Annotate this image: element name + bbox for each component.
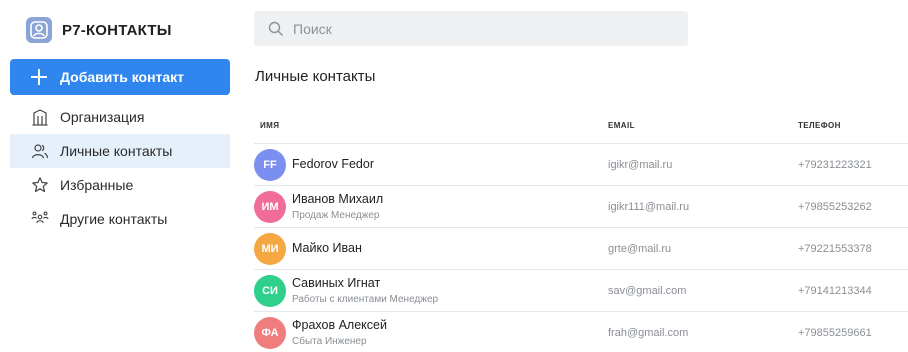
contact-phone: +79141213344 — [798, 284, 872, 297]
contact-info: Иванов Михаил Продаж Менеджер — [292, 192, 383, 222]
sidebar: Р7-КОНТАКТЫ Добавить контакт Организация — [10, 10, 230, 352]
contact-phone: +79855253262 — [798, 200, 872, 213]
table-row[interactable]: СИ Савиных Игнат Работы с клиентами Мене… — [254, 270, 908, 312]
building-icon — [30, 107, 50, 127]
contact-info: Майко Иван — [292, 241, 362, 256]
plus-icon — [30, 68, 48, 86]
sidebar-item-label: Организация — [60, 109, 145, 125]
table-row[interactable]: ИМ Иванов Михаил Продаж Менеджер igikr11… — [254, 186, 908, 228]
contact-role: Работы с клиентами Менеджер — [292, 293, 439, 305]
contacts-table: ИМЯ EMAIL ТЕЛЕФОН FF Fedorov Fedor igikr… — [254, 108, 908, 352]
contact-email: igikr@mail.ru — [608, 158, 673, 171]
page-title: Личные контакты — [255, 68, 376, 85]
sidebar-item-other-contacts[interactable]: Другие контакты — [10, 202, 230, 236]
contact-info: Савиных Игнат Работы с клиентами Менедже… — [292, 276, 438, 306]
sidebar-item-label: Избранные — [60, 177, 134, 193]
contact-name: Майко Иван — [292, 241, 362, 255]
sidebar-item-label: Личные контакты — [60, 143, 173, 159]
contact-phone: +79855259661 — [798, 326, 872, 339]
column-header-email[interactable]: EMAIL — [608, 121, 798, 130]
search-bar[interactable] — [254, 11, 688, 46]
contact-email: sav@gmail.com — [608, 284, 687, 297]
contact-info: Фрахов Алексей Сбыта Инженер — [292, 318, 387, 348]
contact-phone: +79231223321 — [798, 158, 872, 171]
sidebar-item-label: Другие контакты — [60, 211, 168, 227]
contact-email: igikr111@mail.ru — [608, 200, 690, 213]
table-row[interactable]: МИ Майко Иван grte@mail.ru +79221553378 — [254, 228, 908, 270]
add-contact-label: Добавить контакт — [60, 69, 185, 85]
app-title: Р7-КОНТАКТЫ — [62, 21, 172, 39]
sidebar-item-favorites[interactable]: Избранные — [10, 168, 230, 202]
people-icon — [30, 141, 50, 161]
avatar: ИМ — [254, 190, 286, 223]
avatar: ФА — [254, 316, 286, 349]
contact-name: Фрахов Алексей — [292, 317, 387, 332]
avatar: СИ — [254, 274, 286, 307]
contact-info: Fedorov Fedor — [292, 157, 374, 172]
contact-name: Савиных Игнат — [292, 275, 381, 290]
group-icon — [30, 209, 50, 229]
sidebar-item-personal-contacts[interactable]: Личные контакты — [10, 134, 230, 168]
table-row[interactable]: ФА Фрахов Алексей Сбыта Инженер frah@gma… — [254, 312, 908, 352]
contact-role: Сбыта Инженер — [292, 335, 367, 347]
sidebar-item-organization[interactable]: Организация — [10, 100, 230, 134]
app-window: Р7-КОНТАКТЫ Добавить контакт Организация — [0, 0, 908, 352]
search-input[interactable] — [293, 20, 673, 37]
avatar: FF — [254, 148, 286, 181]
contact-name-cell: МИ Майко Иван — [254, 232, 608, 265]
add-contact-button[interactable]: Добавить контакт — [10, 59, 230, 95]
column-header-name[interactable]: ИМЯ — [254, 121, 608, 130]
contact-name-cell: СИ Савиных Игнат Работы с клиентами Мене… — [254, 274, 608, 307]
sidebar-nav: Организация Личные контакты Избранные Др… — [10, 100, 230, 236]
table-row[interactable]: FF Fedorov Fedor igikr@mail.ru +79231223… — [254, 144, 908, 186]
contact-name: Иванов Михаил — [292, 191, 384, 206]
contact-phone: +79221553378 — [798, 242, 872, 255]
contact-name-cell: ФА Фрахов Алексей Сбыта Инженер — [254, 316, 608, 349]
contact-email: frah@gmail.com — [608, 326, 689, 339]
contact-name: Fedorov Fedor — [292, 157, 374, 171]
app-logo[interactable]: Р7-КОНТАКТЫ — [26, 16, 172, 44]
contact-name-cell: ИМ Иванов Михаил Продаж Менеджер — [254, 190, 608, 223]
star-icon — [30, 175, 50, 195]
table-header: ИМЯ EMAIL ТЕЛЕФОН — [254, 108, 908, 144]
column-header-phone[interactable]: ТЕЛЕФОН — [798, 121, 908, 130]
contact-email: grte@mail.ru — [608, 242, 672, 255]
contacts-logo-icon — [26, 17, 52, 43]
contact-name-cell: FF Fedorov Fedor — [254, 148, 608, 181]
search-icon — [268, 21, 284, 37]
contact-role: Продаж Менеджер — [292, 209, 380, 221]
avatar: МИ — [254, 232, 286, 265]
